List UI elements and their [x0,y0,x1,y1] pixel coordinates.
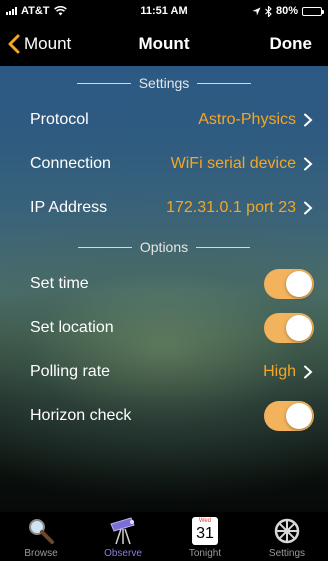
ip-address-value-group: 172.31.0.1 port 23 [166,199,314,217]
chevron-left-icon [8,34,20,54]
protocol-value-group: Astro-Physics [198,111,314,129]
divider-line [196,246,251,248]
mount-settings-screen: AT&T 11:51 AM 80% Mount Mount Done Setti… [0,0,328,561]
set-time-label: Set time [30,275,89,292]
horizon-check-row: Horizon check [0,394,328,438]
status-right: 80% [252,5,324,17]
toggle-knob [286,271,312,297]
bluetooth-icon [265,5,272,17]
ip-address-label: IP Address [30,199,108,216]
toggle-knob [286,315,312,341]
connection-value: WiFi serial device [170,155,296,172]
tab-browse[interactable]: Browse [6,516,76,559]
tab-browse-label: Browse [24,548,58,559]
set-location-label: Set location [30,319,114,336]
location-arrow-icon [252,6,261,16]
chevron-right-icon [304,157,313,171]
ip-address-row[interactable]: IP Address 172.31.0.1 port 23 [0,186,328,230]
connection-row[interactable]: Connection WiFi serial device [0,142,328,186]
ip-address-value: 172.31.0.1 port 23 [166,199,296,216]
calendar-icon: Wed 31 [187,516,223,546]
connection-label: Connection [30,155,111,172]
back-button-label: Mount [24,34,72,53]
status-bar: AT&T 11:51 AM 80% [0,0,328,22]
polling-rate-row[interactable]: Polling rate High [0,350,328,394]
set-time-row: Set time [0,262,328,306]
chevron-right-icon [304,201,313,215]
calendar-day: 31 [196,525,214,542]
tab-tonight-label: Tonight [188,548,222,559]
settings-section-title: Settings [138,75,190,91]
chevron-right-icon [304,365,313,379]
set-location-toggle[interactable] [264,313,314,343]
horizon-check-label: Horizon check [30,407,132,424]
wheel-icon [269,516,305,546]
set-location-row: Set location [0,306,328,350]
polling-rate-value-group: High [263,363,314,381]
calendar-month: Wed [198,518,212,524]
magnifying-glass-icon [23,516,59,546]
divider-line [77,246,132,248]
calendar-badge: Wed 31 [192,517,218,545]
divider-line [76,82,131,84]
tab-tonight[interactable]: Wed 31 Tonight [170,516,240,559]
polling-rate-label: Polling rate [30,363,111,380]
set-time-toggle[interactable] [264,269,314,299]
tab-observe-label: Observe [104,548,142,559]
tab-bar: Browse Observe Wed 31 Tonight Settings [0,512,328,561]
navigation-bar: Mount Mount Done [0,22,328,66]
tab-settings[interactable]: Settings [252,516,322,559]
done-button[interactable]: Done [270,34,313,54]
tab-observe[interactable]: Observe [88,516,158,559]
protocol-label: Protocol [30,111,89,128]
options-section-title: Options [139,239,189,255]
toggle-knob [286,403,312,429]
chevron-right-icon [304,113,313,127]
protocol-value: Astro-Physics [198,111,296,128]
connection-value-group: WiFi serial device [171,155,314,173]
back-button[interactable]: Mount [8,34,71,54]
horizon-check-toggle[interactable] [264,401,314,431]
telescope-icon [105,516,141,546]
settings-content: Settings Protocol Astro-Physics Connecti… [0,66,328,438]
polling-rate-value: High [263,363,296,380]
options-section-header: Options [0,232,328,262]
divider-line [197,82,252,84]
battery-icon [302,6,324,16]
protocol-row[interactable]: Protocol Astro-Physics [0,98,328,142]
battery-percentage: 80% [275,5,298,17]
settings-section-header: Settings [0,68,328,98]
tab-settings-label: Settings [268,548,306,559]
